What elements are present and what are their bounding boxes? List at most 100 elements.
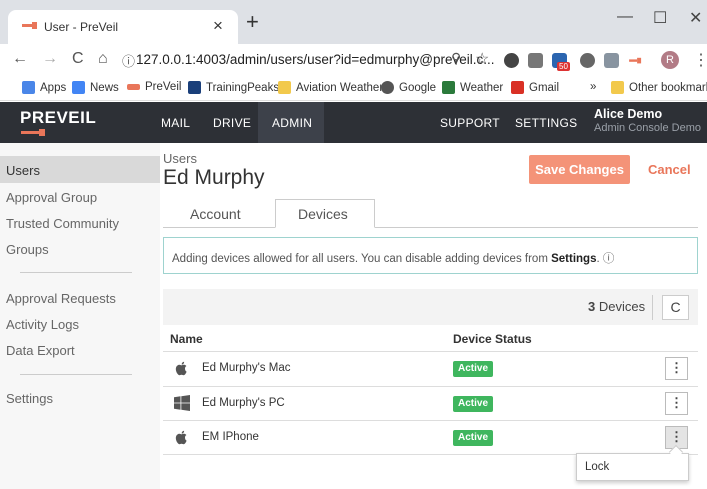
info-text: Adding devices allowed for all users. Yo… [172, 253, 552, 265]
sidebar-divider [20, 374, 132, 375]
menu-item-lock[interactable]: Lock [585, 461, 609, 473]
trainingpeaks-icon [188, 81, 201, 94]
preveil-favicon-icon [22, 22, 37, 29]
sidebar-item-groups[interactable]: Groups [6, 242, 49, 257]
sidebar-item-approval-requests[interactable]: Approval Requests [6, 291, 116, 306]
tab-account[interactable]: Account [190, 206, 241, 222]
refresh-button[interactable]: C [662, 295, 689, 320]
extension-g-icon[interactable] [528, 53, 543, 68]
cancel-button[interactable]: Cancel [648, 162, 691, 177]
toolbar-separator [652, 295, 653, 320]
bookmark-gmail[interactable]: Gmail [511, 81, 559, 94]
preveil-icon [127, 84, 140, 90]
bookmark-apps[interactable]: Apps [22, 81, 66, 94]
bookmark-label: Google [399, 81, 437, 94]
nav-support[interactable]: SUPPORT [440, 116, 500, 130]
bookmark-label: PreVeil [145, 81, 182, 93]
status-badge: Active [453, 430, 494, 446]
nav-drive[interactable]: DRIVE [213, 116, 251, 130]
windows-icon [174, 395, 190, 411]
bookmark-aviation-weather[interactable]: Aviation Weather [278, 81, 383, 94]
device-actions-button[interactable]: ⋮ [665, 392, 688, 415]
preveil-logo-key-icon [21, 129, 45, 136]
column-header-name: Name [170, 332, 203, 346]
user-subtitle: Admin Console Demo [594, 122, 701, 134]
bookmark-weather[interactable]: Weather [442, 81, 503, 94]
google-icon [381, 81, 394, 94]
sidebar-item-data-export[interactable]: Data Export [6, 343, 75, 358]
table-divider [163, 351, 698, 352]
bookmark-label: Gmail [529, 81, 560, 94]
bookmark-label: Aviation Weather [296, 81, 384, 94]
info-text-suffix: . [596, 253, 600, 265]
device-name: EM IPhone [202, 431, 259, 443]
sidebar-item-trusted-community[interactable]: Trusted Community [6, 216, 119, 231]
reload-icon[interactable]: C [72, 50, 84, 68]
device-count: 3 Devices [588, 299, 645, 314]
profile-avatar[interactable]: R [661, 51, 679, 69]
browser-menu-icon[interactable]: ⋮ [693, 50, 707, 70]
zoom-icon[interactable]: ⚲ [451, 50, 461, 67]
nav-settings[interactable]: SETTINGS [515, 116, 577, 130]
gmail-icon [511, 81, 524, 94]
device-name: Ed Murphy's PC [202, 397, 285, 409]
bookmark-label: Apps [40, 81, 67, 94]
sidebar-item-settings[interactable]: Settings [6, 391, 53, 406]
status-badge: Active [453, 396, 494, 412]
sidebar-divider [20, 272, 132, 273]
forward-icon[interactable]: → [42, 50, 58, 68]
device-count-number: 3 [588, 299, 596, 314]
bookmarks-overflow-icon[interactable]: » [590, 81, 596, 93]
nav-admin[interactable]: ADMIN [272, 116, 312, 130]
table-divider [163, 420, 698, 421]
apple-icon [175, 430, 187, 445]
sidebar-item-users[interactable]: Users [6, 163, 40, 178]
browser-tab-title: User - PreVeil [44, 20, 119, 34]
extension-printer-icon[interactable] [604, 53, 619, 68]
device-actions-button[interactable]: ⋮ [665, 357, 688, 380]
device-count-label: Devices [598, 299, 646, 314]
tab-devices[interactable]: Devices [298, 206, 348, 222]
back-icon[interactable]: ← [12, 50, 28, 68]
info-banner-text: Adding devices allowed for all users. Yo… [172, 250, 614, 266]
site-info-icon[interactable]: ⓘ [122, 51, 135, 70]
save-changes-button[interactable]: Save Changes [529, 155, 630, 184]
weather-icon [442, 81, 455, 94]
breadcrumb[interactable]: Users [163, 151, 197, 166]
close-tab-icon[interactable]: × [213, 16, 223, 36]
bookmark-label: Weather [460, 81, 504, 94]
refresh-icon: C [670, 299, 681, 315]
folder-icon [278, 81, 291, 94]
preveil-logo[interactable]: PREVEIL [20, 108, 96, 128]
close-window-button[interactable]: ✕ [689, 8, 702, 28]
bookmark-google[interactable]: Google [381, 81, 436, 94]
bookmark-label: TrainingPeaks [206, 81, 280, 94]
user-name[interactable]: Alice Demo [594, 107, 662, 121]
extension-badge: 50 [557, 62, 570, 71]
bookmark-trainingpeaks[interactable]: TrainingPeaks [188, 81, 279, 94]
sidebar-item-activity-logs[interactable]: Activity Logs [6, 317, 79, 332]
status-badge: Active [453, 361, 494, 377]
bookmark-star-icon[interactable]: ☆ [475, 49, 489, 69]
bookmark-preveil[interactable]: PreVeil [127, 81, 181, 93]
bookmark-label: News [90, 81, 119, 94]
folder-icon [611, 81, 624, 94]
info-settings-link[interactable]: Settings [551, 253, 596, 265]
nav-mail[interactable]: MAIL [161, 116, 190, 130]
extension-circle-icon[interactable] [504, 53, 519, 68]
table-divider [163, 386, 698, 387]
bookmark-label: Other bookmarks [629, 81, 707, 94]
maximize-window-button[interactable]: ☐ [653, 8, 667, 28]
new-tab-button[interactable]: + [246, 11, 259, 33]
browser-tab[interactable]: User - PreVeil × [8, 10, 238, 44]
bookmark-other[interactable]: Other bookmarks [611, 81, 707, 94]
minimize-window-button[interactable]: — [617, 8, 633, 26]
home-icon[interactable]: ⌂ [98, 50, 108, 68]
sidebar-item-approval-group[interactable]: Approval Group [6, 190, 97, 205]
url-field[interactable]: 127.0.0.1:4003/admin/users/user?id=edmur… [136, 52, 495, 67]
info-icon[interactable]: ⓘ [603, 253, 615, 265]
extension-s-icon[interactable] [580, 53, 595, 68]
preveil-extension-icon[interactable] [628, 57, 643, 65]
page-title: Ed Murphy [163, 166, 265, 189]
bookmark-news[interactable]: News [72, 81, 119, 94]
